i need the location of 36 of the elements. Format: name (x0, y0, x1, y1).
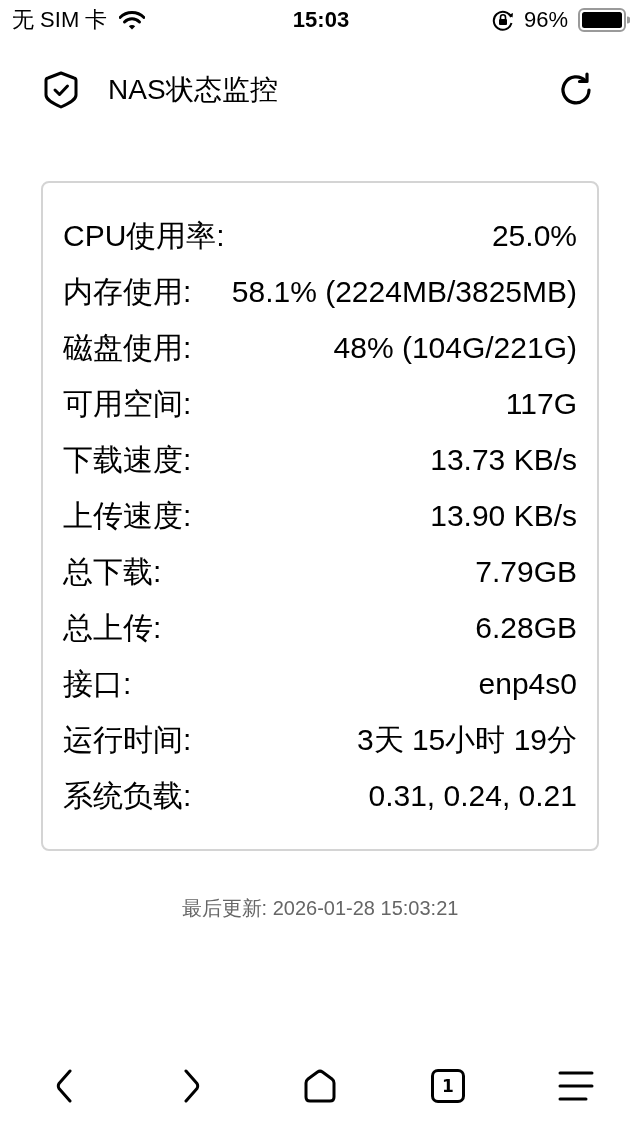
tab-switcher-button[interactable]: 1 (431, 1069, 465, 1103)
stat-value: 0.31, 0.24, 0.21 (368, 779, 577, 813)
stat-value: 6.28GB (475, 611, 577, 645)
stat-label: 下载速度: (63, 441, 192, 478)
stat-label: 上传速度: (63, 497, 192, 534)
stat-label: 总下载: (63, 553, 162, 590)
wifi-icon (119, 10, 146, 30)
stat-value: 13.73 KB/s (430, 443, 577, 477)
shield-check-icon (44, 71, 78, 109)
last-updated-text: 最后更新: 2026-01-28 15:03:21 (181, 896, 459, 921)
stat-value: 3天 15小时 19分 (356, 721, 577, 758)
stat-label: 系统负载: (63, 777, 192, 814)
forward-icon[interactable] (184, 1069, 200, 1103)
stat-value: 117G (505, 387, 577, 421)
clock-time: 15:03 (292, 7, 350, 33)
stat-label: 磁盘使用: (63, 329, 192, 366)
stat-label: 运行时间: (63, 721, 192, 758)
rotation-lock-icon (491, 9, 514, 31)
home-icon[interactable] (302, 1069, 338, 1103)
stat-label: 可用空间: (63, 385, 192, 422)
menu-icon[interactable] (558, 1070, 594, 1102)
stat-label: 内存使用: (63, 273, 192, 310)
stat-value: 13.90 KB/s (430, 499, 577, 533)
battery-icon (578, 8, 630, 32)
stat-value: 25.0% (491, 219, 577, 253)
stat-label: 接口: (63, 665, 132, 702)
stat-label: CPU使用率: (63, 217, 225, 254)
stat-value: enp4s0 (478, 667, 577, 701)
carrier-label: 无 SIM 卡 (12, 6, 108, 34)
page-title: NAS状态监控 (108, 73, 278, 107)
battery-percent: 96% (523, 7, 568, 33)
back-icon[interactable] (56, 1069, 72, 1103)
stat-label: 总上传: (63, 609, 162, 646)
stat-value: 7.79GB (475, 555, 577, 589)
stat-value: 48% (104G/221G) (333, 331, 577, 365)
stat-value: 58.1% (2224MB/3825MB) (231, 275, 577, 309)
